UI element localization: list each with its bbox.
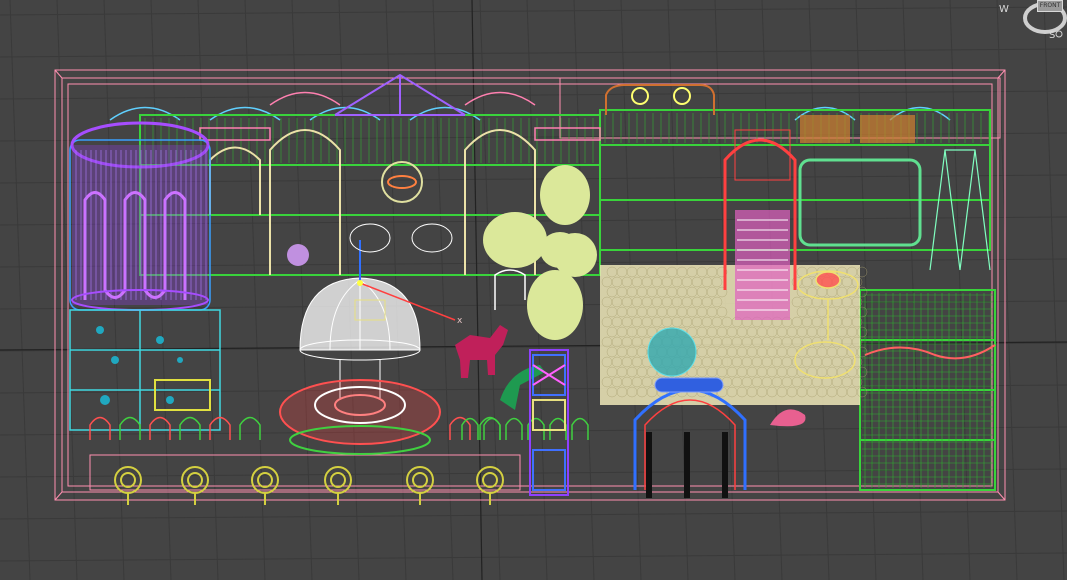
green-dino (500, 365, 545, 410)
black-posts (646, 432, 728, 498)
right-tent (929, 149, 991, 271)
green-box-frame (798, 158, 922, 247)
cream-arches (209, 129, 536, 275)
orange-tiles (800, 115, 915, 143)
purple-tower (69, 121, 211, 311)
teal-ball (647, 327, 697, 377)
tire-swings (349, 223, 453, 253)
right-pink-tubes (864, 344, 996, 360)
hanging-lamp (381, 161, 423, 203)
viewcube-icon[interactable]: FRONT W S (997, 0, 1067, 44)
compass-south-label: S (1049, 30, 1056, 41)
rocking-horse (455, 325, 508, 378)
viewport-canvas[interactable]: x (0, 0, 1067, 580)
lime-propeller (483, 165, 597, 340)
lavender-ball (287, 244, 309, 266)
pink-mushroom (770, 409, 806, 427)
compass-west-label: W (999, 4, 1009, 15)
left-cyan-panels (69, 309, 221, 431)
3d-viewport[interactable]: x FRONT W S (0, 0, 1067, 580)
left-panel-icons (96, 326, 211, 411)
red-carousel (279, 379, 441, 455)
viewcube-face[interactable]: FRONT (1037, 0, 1063, 12)
gizmo-x-label: x (457, 316, 463, 326)
